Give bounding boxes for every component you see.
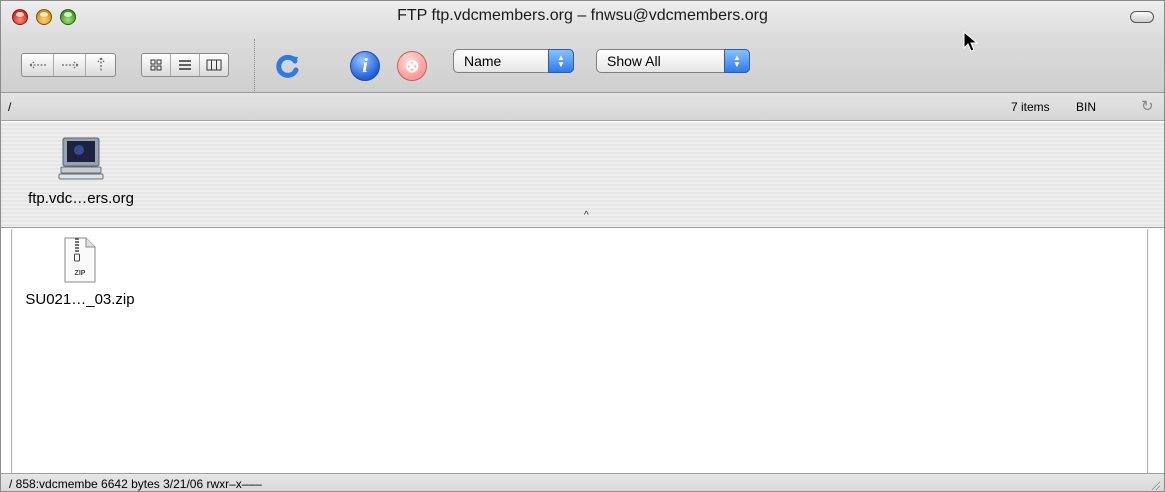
host-item[interactable]: ftp.vdc…ers.org: [16, 134, 146, 207]
activity-spinner-icon: ↻: [1141, 98, 1154, 115]
host-panel: ^: [1, 122, 1164, 228]
zip-badge: ZIP: [75, 270, 86, 277]
host-label: ftp.vdc…ers.org: [28, 190, 134, 207]
filter-popup[interactable]: Show All ▲ ▼: [596, 49, 750, 73]
navigation-control: [21, 53, 116, 77]
resize-grip-icon[interactable]: [1150, 480, 1160, 490]
enclosing-folder-button[interactable]: [86, 54, 115, 76]
window-chrome: FTP ftp.vdcmembers.org – fnwsu@vdcmember…: [1, 1, 1164, 93]
toolbar: i ⊗ Name ▲ ▼ Show All ▲ ▼: [1, 35, 1164, 93]
status-bar: / 858:vdcmembe 6642 bytes 3/21/06 rwxr–x…: [1, 473, 1164, 491]
info-icon: i: [362, 54, 368, 77]
forward-arrow-icon: [61, 61, 78, 69]
sort-by-popup[interactable]: Name ▲ ▼: [453, 49, 574, 73]
mouse-cursor-icon: [963, 31, 979, 52]
refresh-button[interactable]: [273, 51, 303, 81]
transfer-mode[interactable]: BIN: [1076, 100, 1096, 114]
icon-view-icon: [150, 59, 162, 71]
stop-button[interactable]: ⊗: [397, 51, 427, 81]
popup-arrows-icon: ▲ ▼: [548, 49, 574, 73]
toolbar-toggle-button[interactable]: [1130, 11, 1154, 23]
up-arrow-icon: [96, 57, 105, 72]
list-view-icon: [179, 60, 191, 70]
title-bar: FTP ftp.vdcmembers.org – fnwsu@vdcmember…: [1, 1, 1164, 35]
path-bar: / 7 items BIN ↻: [1, 93, 1164, 121]
icon-view-button[interactable]: [142, 54, 171, 76]
view-mode-control: [141, 53, 229, 77]
zip-file-icon: ZIP: [64, 237, 96, 283]
stop-icon: ⊗: [404, 55, 420, 76]
get-info-button[interactable]: i: [350, 51, 380, 81]
window-title: FTP ftp.vdcmembers.org – fnwsu@vdcmember…: [397, 7, 768, 24]
back-button[interactable]: [22, 54, 54, 76]
filter-value: Show All: [607, 53, 661, 69]
back-arrow-icon: [29, 61, 46, 69]
refresh-icon: [276, 54, 299, 78]
collapse-caret-icon[interactable]: ^: [584, 210, 589, 221]
sort-by-value: Name: [464, 53, 502, 69]
toolbar-separator: [254, 39, 255, 91]
popup-arrows-icon: ▲ ▼: [724, 49, 750, 73]
ftp-window: FTP ftp.vdcmembers.org – fnwsu@vdcmember…: [0, 0, 1165, 492]
column-view-button[interactable]: [200, 54, 228, 76]
status-text: / 858:vdcmembe 6642 bytes 3/21/06 rwxr–x…: [9, 477, 262, 491]
current-path: /: [8, 100, 12, 114]
computer-icon: [58, 137, 104, 180]
file-list: [11, 229, 1148, 473]
file-item[interactable]: ZIP SU021…_03.zip: [15, 237, 145, 308]
forward-button[interactable]: [54, 54, 86, 76]
item-count: 7 items: [1011, 100, 1050, 114]
column-view-icon: [206, 59, 222, 71]
file-label: SU021…_03.zip: [25, 291, 135, 308]
list-view-button[interactable]: [171, 54, 200, 76]
